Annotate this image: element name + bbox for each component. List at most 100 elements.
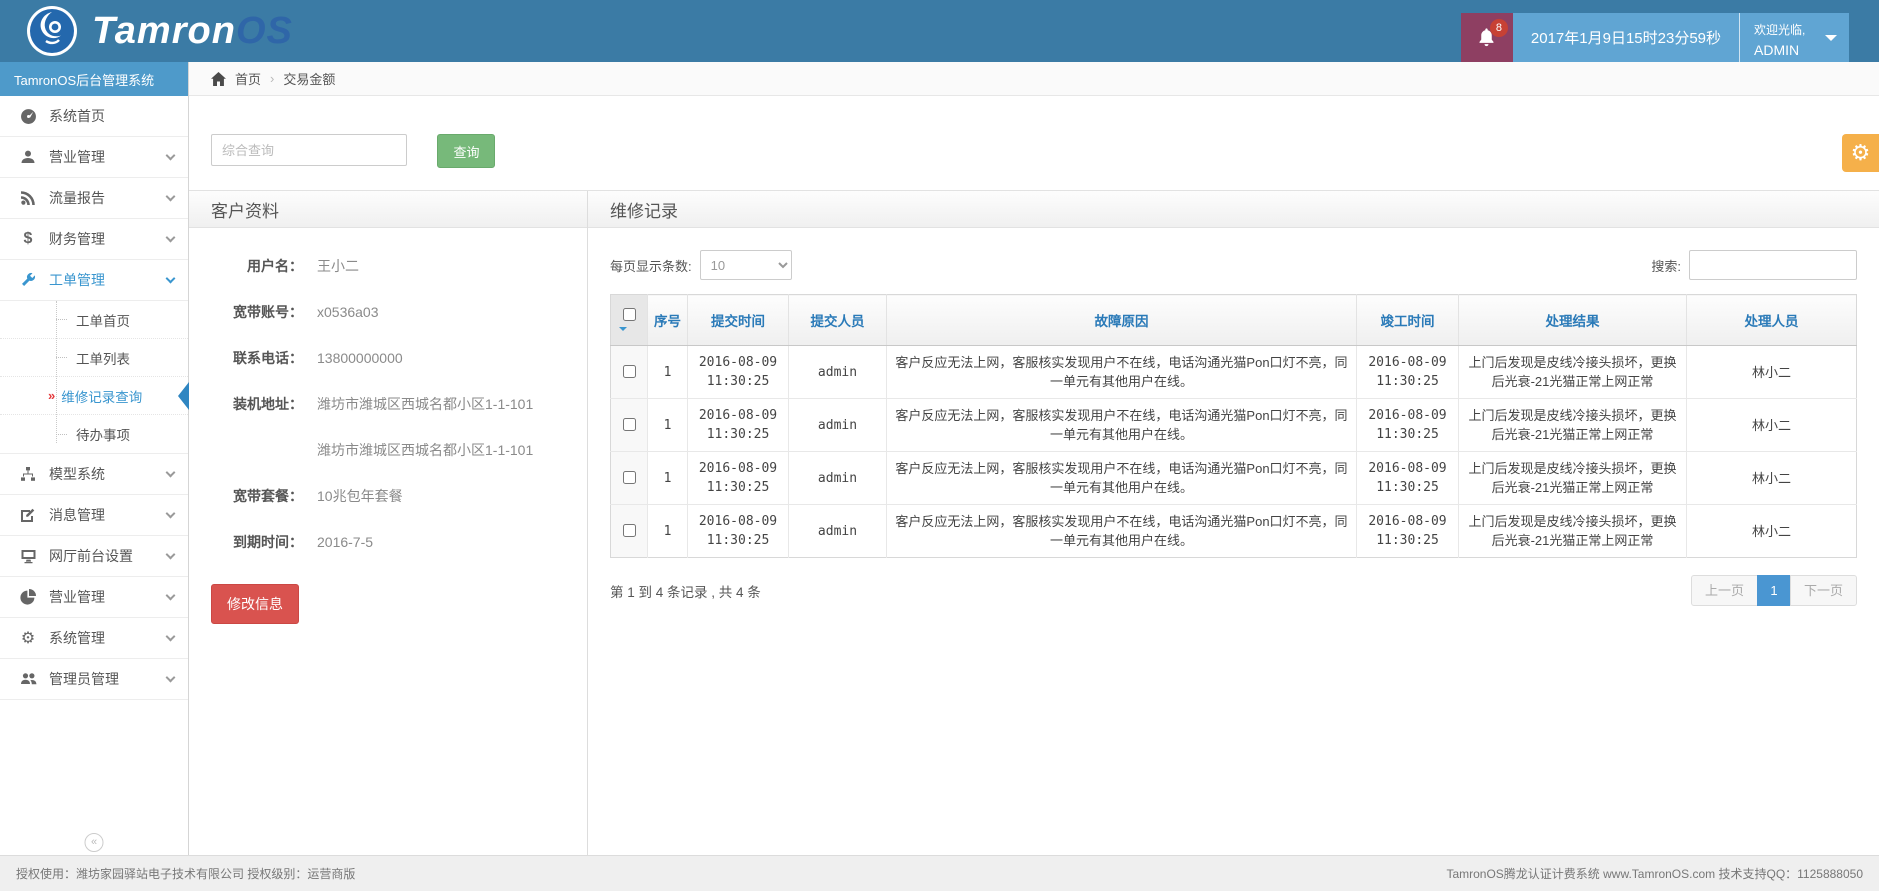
field-install-address: 装机地址： 潍坊市潍城区西城名都小区1-1-101	[211, 394, 571, 414]
username: ADMIN	[1754, 42, 1813, 58]
column-header-result[interactable]: 处理结果	[1459, 295, 1687, 346]
column-header-submitter[interactable]: 提交人员	[789, 295, 887, 346]
table-row: 1 2016-08-09 11:30:25 admin 客户反应无法上网，客服核…	[611, 452, 1857, 505]
notifications-button[interactable]: 8	[1461, 13, 1513, 62]
notification-badge: 8	[1490, 19, 1508, 37]
sidebar-subitem-todo[interactable]: 待办事项	[0, 415, 188, 453]
user-icon	[18, 149, 38, 165]
pagination: 上一页 1 下一页	[1692, 575, 1857, 606]
app-logo: TamronOS	[26, 5, 293, 57]
chevron-down-icon	[619, 327, 627, 335]
sidebar: TamronOS后台管理系统 系统首页 营业管理 流量报告 $ 财务管理	[0, 62, 189, 855]
sidebar-item-message-mgmt[interactable]: 消息管理	[0, 495, 188, 536]
settings-gear-button[interactable]: ⚙	[1842, 134, 1879, 172]
sidebar-item-system-mgmt[interactable]: ⚙ 系统管理	[0, 618, 188, 659]
users-icon	[18, 671, 38, 687]
customer-panel: 客户资料 用户名： 王小二 宽带账号： x0536a03 联系电话： 13800…	[189, 191, 588, 855]
chevron-down-icon	[166, 232, 176, 242]
sidebar-item-model-system[interactable]: 模型系统	[0, 454, 188, 495]
sidebar-item-traffic-report[interactable]: 流量报告	[0, 178, 188, 219]
footer-license-text: 授权使用：潍坊家园驿站电子技术有限公司 授权级别：运营商版	[16, 865, 355, 882]
home-icon	[211, 72, 226, 86]
page-size-select[interactable]: 10	[700, 250, 792, 280]
field-username: 用户名： 王小二	[211, 256, 571, 276]
pagination-page-1-button[interactable]: 1	[1757, 575, 1791, 606]
table-search-input[interactable]	[1689, 250, 1857, 280]
chevron-down-icon	[166, 508, 176, 518]
sidebar-subitem-workorder-home[interactable]: 工单首页	[0, 301, 188, 339]
logo-text: TamronOS	[92, 10, 293, 53]
page-size-label: 每页显示条数:	[610, 256, 692, 275]
sidebar-title: TamronOS后台管理系统	[0, 62, 188, 96]
active-pointer-icon	[178, 382, 189, 410]
pagination-next-button[interactable]: 下一页	[1790, 575, 1857, 606]
column-header-submit-time[interactable]: 提交时间	[688, 295, 789, 346]
chevron-down-icon	[166, 191, 176, 201]
sidebar-subitem-workorder-list[interactable]: 工单列表	[0, 339, 188, 377]
sidebar-item-workorder-mgmt[interactable]: 工单管理	[0, 260, 188, 301]
main-content: 首页 › 交易金额 查询 ⚙ 客户资料 用户名： 王小二 宽带账号：	[189, 62, 1879, 855]
user-menu[interactable]: 欢迎光临, ADMIN	[1739, 13, 1849, 62]
query-toolbar: 查询	[189, 96, 1879, 190]
breadcrumb-current: 交易金额	[283, 69, 335, 88]
chevron-down-icon	[166, 273, 176, 283]
dollar-icon: $	[18, 230, 38, 248]
edit-icon	[18, 507, 38, 523]
field-install-address-2: 潍坊市潍城区西城名都小区1-1-101	[211, 440, 571, 460]
breadcrumb-home[interactable]: 首页	[235, 69, 261, 88]
field-broadband-account: 宽带账号： x0536a03	[211, 302, 571, 322]
chevron-down-icon	[166, 150, 176, 160]
field-expire-date: 到期时间： 2016-7-5	[211, 532, 571, 552]
sidebar-item-finance-mgmt[interactable]: $ 财务管理	[0, 219, 188, 260]
row-checkbox[interactable]	[623, 365, 636, 378]
field-phone: 联系电话： 13800000000	[211, 348, 571, 368]
breadcrumb-separator: ›	[270, 71, 274, 86]
select-all-header[interactable]	[611, 295, 648, 346]
sidebar-item-system-home[interactable]: 系统首页	[0, 96, 188, 137]
clock-display: 2017年1月9日15时23分59秒	[1513, 13, 1739, 62]
chevron-down-icon	[166, 672, 176, 682]
sidebar-collapse-button[interactable]: «	[85, 833, 104, 852]
sitemap-icon	[18, 466, 38, 482]
pagination-prev-button[interactable]: 上一页	[1691, 575, 1758, 606]
chevron-down-icon	[1825, 35, 1837, 47]
chevron-down-icon	[166, 467, 176, 477]
sidebar-subitem-repair-records[interactable]: » 维修记录查询	[0, 377, 188, 415]
desktop-icon	[18, 548, 38, 564]
table-row: 1 2016-08-09 11:30:25 admin 客户反应无法上网，客服核…	[611, 399, 1857, 452]
chevron-down-icon	[166, 590, 176, 600]
repair-records-panel: 维修记录 每页显示条数: 10 搜索:	[588, 191, 1879, 855]
table-search-label: 搜索:	[1651, 256, 1681, 275]
table-row: 1 2016-08-09 11:30:25 admin 客户反应无法上网，客服核…	[611, 505, 1857, 558]
query-button[interactable]: 查询	[437, 134, 495, 168]
chevron-down-icon	[166, 631, 176, 641]
repair-records-table: 序号 提交时间 提交人员 故障原因 竣工时间 处理结果 处理人员	[610, 294, 1857, 558]
workorder-submenu: 工单首页 工单列表 » 维修记录查询 待办事项	[0, 301, 188, 454]
dashboard-icon	[18, 108, 38, 125]
column-header-fault[interactable]: 故障原因	[887, 295, 1357, 346]
rss-icon	[18, 190, 38, 206]
row-checkbox[interactable]	[623, 471, 636, 484]
wrench-icon	[18, 272, 38, 288]
edit-info-button[interactable]: 修改信息	[211, 584, 299, 624]
select-all-checkbox[interactable]	[623, 308, 636, 321]
customer-panel-title: 客户资料	[189, 191, 587, 228]
sidebar-item-portal-settings[interactable]: 网厅前台设置	[0, 536, 188, 577]
global-query-input[interactable]	[211, 134, 407, 166]
gear-icon: ⚙	[1851, 140, 1871, 166]
logo-emblem-icon	[26, 5, 78, 57]
footer: 授权使用：潍坊家园驿站电子技术有限公司 授权级别：运营商版 TamronOS腾龙…	[0, 855, 1879, 891]
row-checkbox[interactable]	[623, 524, 636, 537]
chevron-down-icon	[166, 549, 176, 559]
gears-icon: ⚙	[18, 628, 38, 648]
row-checkbox[interactable]	[623, 418, 636, 431]
sidebar-item-admin-mgmt[interactable]: 管理员管理	[0, 659, 188, 700]
column-header-seq[interactable]: 序号	[648, 295, 688, 346]
topbar: TamronOS 8 2017年1月9日15时23分59秒 欢迎光临, ADMI…	[0, 0, 1879, 62]
sidebar-item-business-mgmt[interactable]: 营业管理	[0, 137, 188, 178]
pie-chart-icon	[18, 589, 38, 605]
active-marker-icon: »	[48, 388, 55, 403]
sidebar-item-business-mgmt-2[interactable]: 营业管理	[0, 577, 188, 618]
column-header-handler[interactable]: 处理人员	[1687, 295, 1857, 346]
column-header-finish-time[interactable]: 竣工时间	[1357, 295, 1459, 346]
